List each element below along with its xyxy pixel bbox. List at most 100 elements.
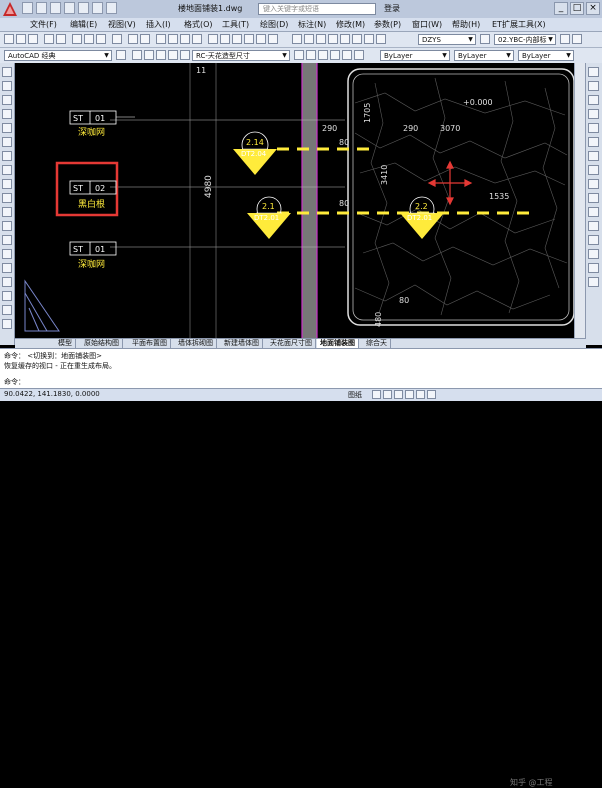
menu-dimension[interactable]: 标注(N) bbox=[298, 19, 326, 30]
calculator-icon[interactable] bbox=[268, 34, 278, 44]
tab-ceiling-dims[interactable]: 天花面尺寸图 bbox=[267, 339, 316, 348]
login-link[interactable]: 登录 bbox=[384, 3, 400, 14]
vertical-scrollbar[interactable] bbox=[574, 63, 585, 338]
menu-window[interactable]: 窗口(W) bbox=[412, 19, 442, 30]
tab-floor-plan[interactable]: 平面布置图 bbox=[129, 339, 171, 348]
join-icon[interactable] bbox=[588, 235, 599, 245]
layer-on-icon[interactable] bbox=[144, 50, 154, 60]
point-icon[interactable] bbox=[2, 249, 12, 259]
extend-icon[interactable] bbox=[588, 207, 599, 217]
redo-icon[interactable] bbox=[106, 2, 117, 14]
layer-match-icon[interactable] bbox=[364, 34, 374, 44]
zoom-window-icon[interactable] bbox=[180, 34, 190, 44]
layer-manager-icon[interactable] bbox=[132, 50, 142, 60]
open-icon[interactable] bbox=[36, 2, 47, 14]
layer-color-icon[interactable] bbox=[180, 50, 190, 60]
circle-icon[interactable] bbox=[2, 151, 12, 161]
menu-format[interactable]: 格式(O) bbox=[184, 19, 213, 30]
offset-icon[interactable] bbox=[588, 109, 599, 119]
line-icon[interactable] bbox=[2, 67, 12, 77]
menu-insert[interactable]: 插入(I) bbox=[146, 19, 171, 30]
layer-iso-icon[interactable] bbox=[318, 50, 328, 60]
erase-icon[interactable] bbox=[588, 67, 599, 77]
plot-icon[interactable] bbox=[44, 34, 54, 44]
material-label-3[interactable]: ST 01 深咖网 bbox=[69, 241, 117, 270]
polyline-icon[interactable] bbox=[2, 95, 12, 105]
maximize-button[interactable]: □ bbox=[570, 2, 584, 15]
tool-palettes-icon[interactable] bbox=[232, 34, 242, 44]
close-button[interactable]: × bbox=[586, 2, 600, 15]
menu-modify[interactable]: 修改(M) bbox=[336, 19, 365, 30]
copy-icon[interactable] bbox=[84, 34, 94, 44]
menu-edit[interactable]: 编辑(E) bbox=[70, 19, 97, 30]
menu-help[interactable]: 帮助(H) bbox=[452, 19, 480, 30]
standard-combo-icon[interactable] bbox=[560, 34, 570, 44]
region-icon[interactable] bbox=[2, 291, 12, 301]
material-label-2[interactable]: ST 02 黑白根 bbox=[55, 161, 119, 217]
paste-icon[interactable] bbox=[96, 34, 106, 44]
menu-file[interactable]: 文件(F) bbox=[30, 19, 57, 30]
construction-line-icon[interactable] bbox=[2, 81, 12, 91]
material-label-1[interactable]: ST 01 深咖网 bbox=[69, 110, 135, 138]
undo-tb-icon[interactable] bbox=[128, 34, 138, 44]
chamfer-icon[interactable] bbox=[588, 249, 599, 259]
layer-prev-icon[interactable] bbox=[306, 50, 316, 60]
stretch-icon[interactable] bbox=[588, 179, 599, 189]
table-style-icon[interactable] bbox=[316, 34, 326, 44]
tab-new-wall[interactable]: 新建墙体图 bbox=[221, 339, 263, 348]
trim-icon[interactable] bbox=[588, 193, 599, 203]
layer-state-icon[interactable] bbox=[352, 34, 362, 44]
move-icon[interactable] bbox=[588, 137, 599, 147]
ellipse-arc-icon[interactable] bbox=[2, 207, 12, 217]
layer-uniso-icon[interactable] bbox=[330, 50, 340, 60]
spline-icon[interactable] bbox=[2, 179, 12, 189]
gradient-icon[interactable] bbox=[2, 277, 12, 287]
search-input[interactable]: 键入关键字或短语 bbox=[258, 3, 376, 15]
open-file-icon[interactable] bbox=[16, 34, 26, 44]
callout-2-2[interactable]: 2.2 DT2.01 bbox=[400, 196, 444, 239]
workspace-settings-icon[interactable] bbox=[116, 50, 126, 60]
break-icon[interactable] bbox=[588, 221, 599, 231]
layer-walk-icon[interactable] bbox=[354, 50, 364, 60]
menu-tools[interactable]: 工具(T) bbox=[222, 19, 249, 30]
pan-status-icon[interactable] bbox=[394, 390, 403, 399]
sheet-set-icon[interactable] bbox=[244, 34, 254, 44]
tab-original-structure[interactable]: 原始结构图 bbox=[81, 339, 123, 348]
annotation-scale-icon[interactable] bbox=[416, 390, 425, 399]
autocad-logo-icon[interactable] bbox=[2, 1, 18, 17]
saveas-icon[interactable] bbox=[64, 2, 75, 14]
print-icon[interactable] bbox=[78, 2, 89, 14]
color-combo[interactable]: ByLayer ▼ bbox=[380, 50, 450, 61]
move-gizmo-icon[interactable] bbox=[427, 160, 473, 206]
zoom-status-icon[interactable] bbox=[405, 390, 414, 399]
undo-icon[interactable] bbox=[92, 2, 103, 14]
quick-view-layouts-icon[interactable] bbox=[372, 390, 381, 399]
menu-et-tools[interactable]: ET扩展工具(X) bbox=[492, 19, 546, 30]
text-style-icon[interactable] bbox=[292, 34, 302, 44]
zoom-previous-icon[interactable] bbox=[192, 34, 202, 44]
layer-state-dd-icon[interactable] bbox=[480, 34, 490, 44]
multileader-style-icon[interactable] bbox=[328, 34, 338, 44]
menu-parameters[interactable]: 参数(P) bbox=[374, 19, 401, 30]
insert-block-icon[interactable] bbox=[2, 221, 12, 231]
extra-icon[interactable] bbox=[572, 34, 582, 44]
rotate-icon[interactable] bbox=[588, 151, 599, 161]
pan-icon[interactable] bbox=[156, 34, 166, 44]
revcloud-icon[interactable] bbox=[2, 165, 12, 175]
callout-2-14[interactable]: 2.14 DT2.04 bbox=[233, 131, 277, 175]
redo-tb-icon[interactable] bbox=[140, 34, 150, 44]
design-center-icon[interactable] bbox=[220, 34, 230, 44]
layer-off-icon[interactable] bbox=[342, 50, 352, 60]
linetype-combo[interactable]: ByLayer ▼ bbox=[454, 50, 514, 61]
markup-icon[interactable] bbox=[256, 34, 266, 44]
ellipse-icon[interactable] bbox=[2, 193, 12, 203]
workspace-combo[interactable]: AutoCAD 经典 ▼ bbox=[4, 50, 112, 61]
arc-icon[interactable] bbox=[2, 137, 12, 147]
dim-style-combo[interactable]: DZYS ▼ bbox=[418, 34, 476, 45]
tab-model[interactable]: 模型 bbox=[55, 339, 76, 348]
layer-props-icon[interactable] bbox=[340, 34, 350, 44]
fillet-icon[interactable] bbox=[588, 263, 599, 273]
copy-object-icon[interactable] bbox=[588, 81, 599, 91]
layer-previous-icon[interactable] bbox=[376, 34, 386, 44]
layer-name-combo[interactable]: 02.YBC-内部标 ▼ bbox=[494, 34, 556, 45]
